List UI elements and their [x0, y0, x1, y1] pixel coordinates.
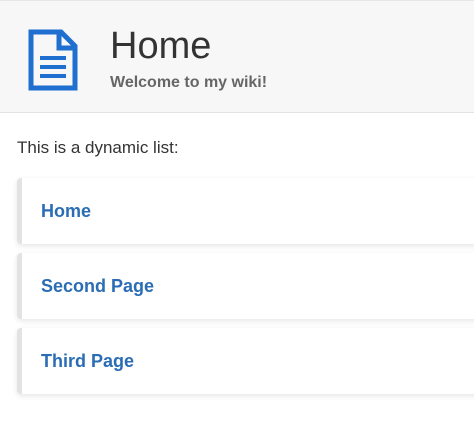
page-header: Home Welcome to my wiki!	[0, 0, 474, 113]
list-item-link[interactable]: Third Page	[41, 351, 134, 371]
page-title: Home	[110, 25, 212, 67]
list-item-third-page[interactable]: Third Page	[17, 328, 474, 394]
list-item-home[interactable]: Home	[17, 178, 474, 244]
wiki-page: Home Welcome to my wiki! This is a dynam…	[0, 0, 474, 422]
list-item-second-page[interactable]: Second Page	[17, 253, 474, 319]
intro-text: This is a dynamic list:	[17, 138, 179, 157]
page-subtitle: Welcome to my wiki!	[110, 74, 268, 91]
list-item-link[interactable]: Home	[41, 201, 91, 221]
list-item-link[interactable]: Second Page	[41, 276, 154, 296]
document-icon	[28, 29, 78, 91]
dynamic-list: Home Second Page Third Page	[17, 178, 474, 403]
